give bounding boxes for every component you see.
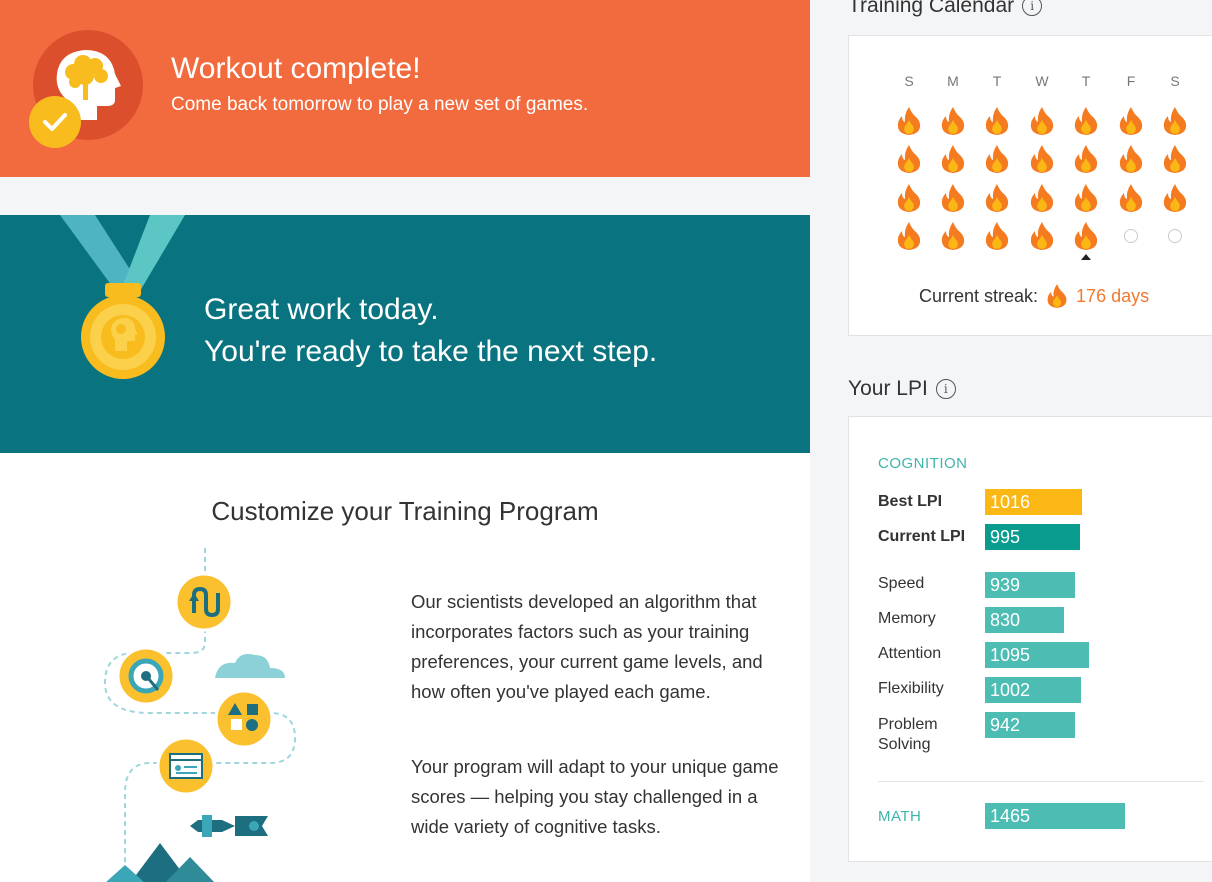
customize-section: Customize your Training Program Our scie… <box>0 453 810 882</box>
flame-icon[interactable] <box>1162 106 1188 136</box>
flame-icon[interactable] <box>940 106 966 136</box>
achievement-line-1: Great work today. <box>204 293 439 326</box>
customize-paragraph-2: Your program will adapt to your unique g… <box>411 756 779 837</box>
flame-icon[interactable] <box>1162 183 1188 213</box>
flame-icon[interactable] <box>896 106 922 136</box>
calendar-day-header: T <box>1081 73 1091 89</box>
info-icon[interactable]: i <box>935 379 956 399</box>
flame-icon[interactable] <box>984 144 1010 174</box>
best-lpi-bar: 1016 <box>985 489 1082 515</box>
achievement-line-2: You're ready to take the next step. <box>204 335 658 368</box>
current-lpi-label: Current LPI <box>878 528 966 545</box>
achievement-panel: Great work today. You're ready to take t… <box>0 215 810 453</box>
today-marker <box>1081 254 1091 260</box>
page: Workout complete! Come back tomorrow to … <box>0 0 1212 882</box>
streak-label: Current streak: <box>919 285 1039 306</box>
flame-icon[interactable] <box>1029 144 1055 174</box>
calendar-day-header: F <box>1126 73 1136 89</box>
flame-icon[interactable] <box>1029 183 1055 213</box>
flame-icon[interactable] <box>1118 144 1144 174</box>
divider <box>878 781 1204 782</box>
current-lpi-bar: 995 <box>985 524 1080 550</box>
flame-icon[interactable] <box>1029 221 1055 251</box>
flame-icon[interactable] <box>940 221 966 251</box>
memory-label: Memory <box>878 610 936 627</box>
problem-solving-label: Problem Solving <box>878 716 938 753</box>
flame-icon[interactable] <box>1073 144 1099 174</box>
flame-icon[interactable] <box>896 221 922 251</box>
current-streak: Current streak: 176 days <box>919 283 1149 309</box>
flexibility-bar: 1002 <box>985 677 1081 703</box>
banner-subtitle: Come back tomorrow to play a new set of … <box>171 94 589 115</box>
flame-icon[interactable] <box>896 183 922 213</box>
flame-icon[interactable] <box>984 183 1010 213</box>
lpi-title: Your LPI <box>848 377 928 400</box>
training-calendar-card: Current streak: 176 days S M T W T F S <box>848 35 1212 336</box>
attention-label: Attention <box>878 645 942 662</box>
speed-label: Speed <box>878 575 925 592</box>
calendar-day-header: S <box>904 73 914 89</box>
attention-bar: 1095 <box>985 642 1089 668</box>
streak-value: 176 days <box>1076 285 1150 306</box>
flame-icon[interactable] <box>1073 221 1099 251</box>
workout-complete-banner: Workout complete! Come back tomorrow to … <box>0 0 810 177</box>
flame-icon[interactable] <box>1073 106 1099 136</box>
flame-icon[interactable] <box>1162 144 1188 174</box>
flame-icon[interactable] <box>984 106 1010 136</box>
memory-bar: 830 <box>985 607 1064 633</box>
flame-icon[interactable] <box>984 221 1010 251</box>
flame-icon[interactable] <box>1118 183 1144 213</box>
check-icon <box>29 96 81 148</box>
flame-icon[interactable] <box>1118 106 1144 136</box>
speed-bar: 939 <box>985 572 1075 598</box>
training-calendar-title: Training Calendar <box>848 0 1015 17</box>
lpi-card: COGNITION Best LPI 1016 Current LPI 995 … <box>848 416 1212 862</box>
best-lpi-label: Best LPI <box>878 493 943 510</box>
empty-day[interactable] <box>1168 229 1182 243</box>
flame-icon[interactable] <box>896 144 922 174</box>
customize-paragraph-1: Our scientists developed an algorithm th… <box>411 591 763 702</box>
training-path-illustration <box>103 548 297 882</box>
lpi-heading: Your LPI i <box>848 377 956 401</box>
training-calendar-heading: Training Calendar i <box>848 0 1043 18</box>
calendar-day-header: T <box>992 73 1002 89</box>
flexibility-label: Flexibility <box>878 680 944 697</box>
calendar-day-header: M <box>947 73 959 89</box>
flame-icon[interactable] <box>1073 183 1099 213</box>
math-label: MATH <box>878 808 922 825</box>
empty-day[interactable] <box>1124 229 1138 243</box>
calendar-day-header: S <box>1170 73 1180 89</box>
banner-title: Workout complete! <box>171 52 421 85</box>
problem-solving-bar: 942 <box>985 712 1075 738</box>
math-bar: 1465 <box>985 803 1125 829</box>
customize-title: Customize your Training Program <box>211 496 599 526</box>
calendar-day-header: W <box>1035 73 1049 89</box>
medal-icon <box>60 215 185 379</box>
flame-icon[interactable] <box>1029 106 1055 136</box>
flame-icon[interactable] <box>940 183 966 213</box>
info-icon[interactable]: i <box>1022 0 1043 16</box>
cognition-label: COGNITION <box>878 455 968 472</box>
flame-icon[interactable] <box>940 144 966 174</box>
flame-icon <box>1047 284 1067 308</box>
